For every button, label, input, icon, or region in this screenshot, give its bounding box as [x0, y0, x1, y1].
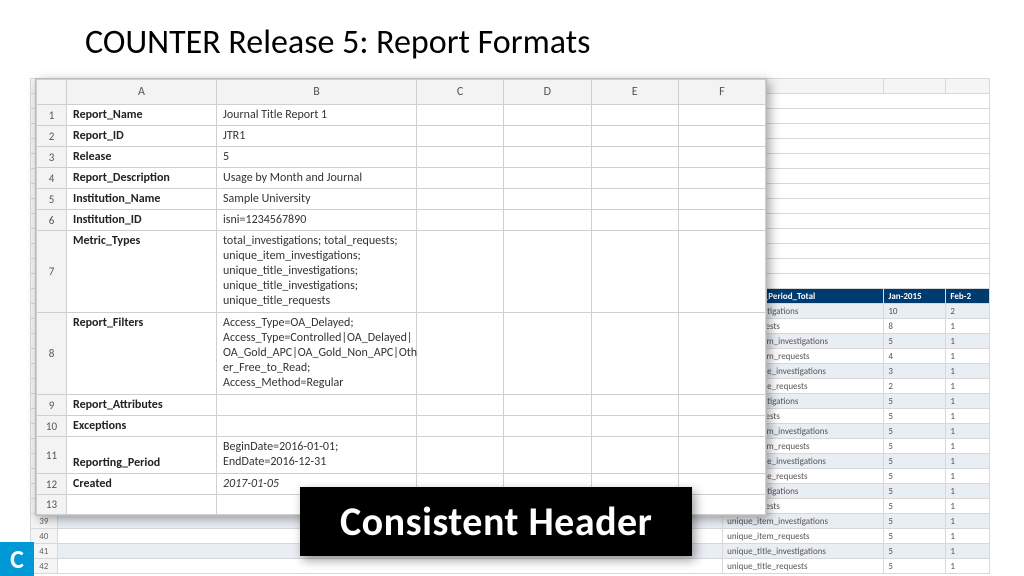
page-title: COUNTER Release 5: Report Formats	[85, 22, 590, 63]
counter-logo: C	[0, 542, 34, 576]
val-report-name: Journal Title Report 1	[217, 105, 417, 126]
callout-banner: Consistent Header	[300, 487, 692, 556]
report-header-card: ABCDEF 1Report_NameJournal Title Report …	[35, 78, 767, 516]
key-report-name: Report_Name	[67, 105, 217, 126]
